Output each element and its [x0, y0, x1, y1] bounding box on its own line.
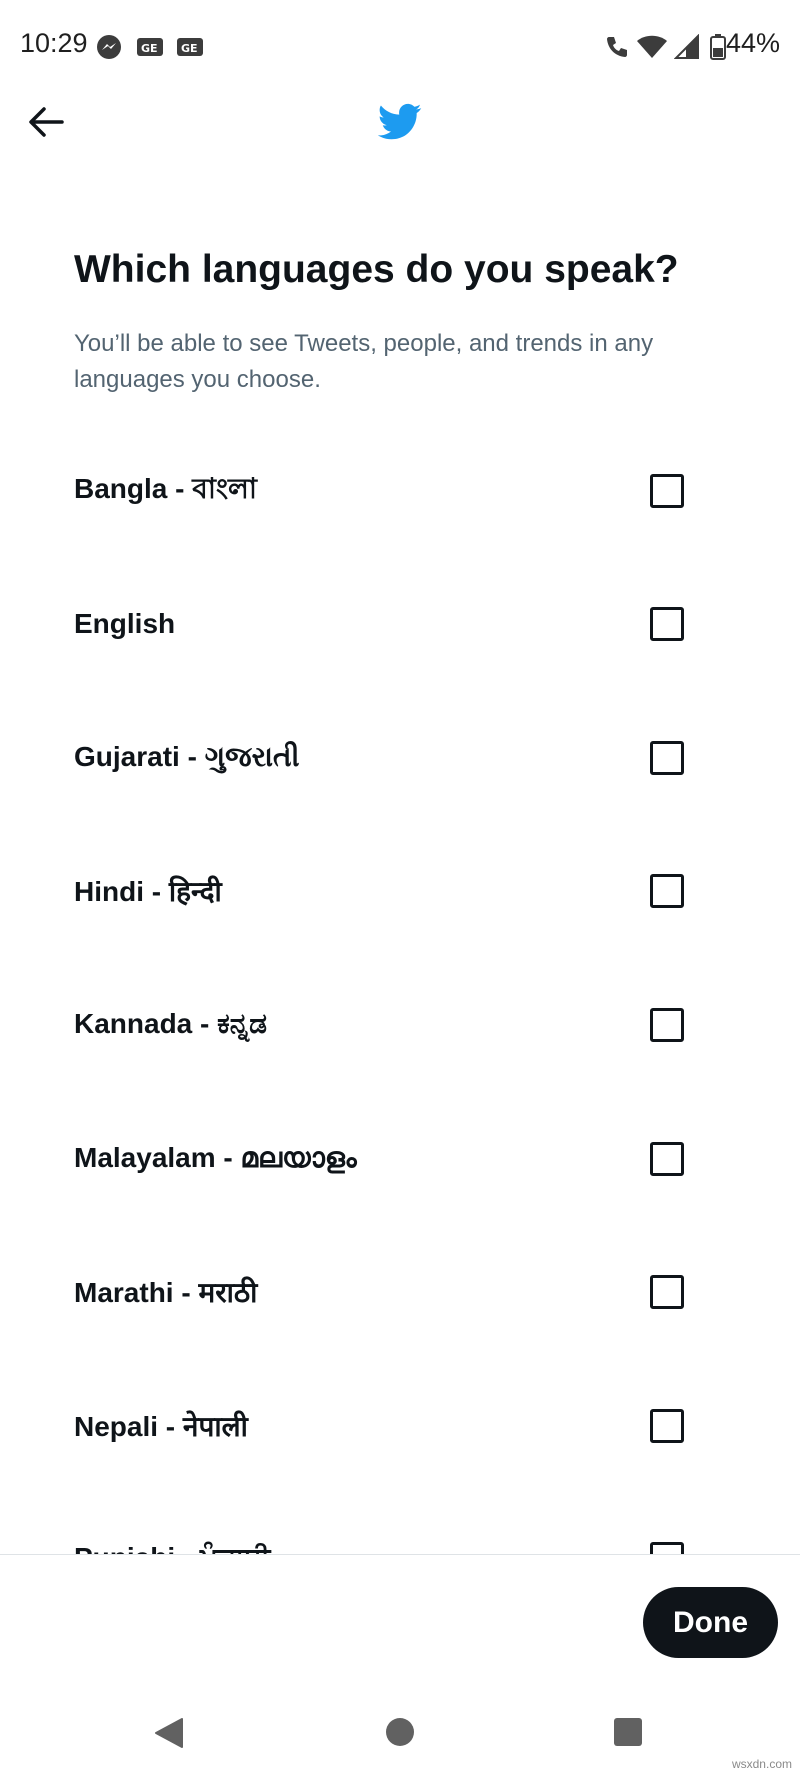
page-title: Which languages do you speak?: [74, 248, 679, 291]
status-bar: 10:29 GE GE 44%: [0, 0, 800, 94]
nav-recents-icon[interactable]: [614, 1718, 642, 1746]
language-checkbox[interactable]: [650, 740, 684, 775]
wifi-call-icon: [607, 37, 627, 57]
twitter-bird-icon: [378, 103, 422, 140]
language-checkbox[interactable]: [650, 1007, 684, 1042]
language-row-gujarati[interactable]: Gujarati - ગુજરાતી: [0, 691, 800, 824]
watermark: wsxdn.com: [731, 1757, 792, 1771]
language-checkbox[interactable]: [650, 606, 684, 641]
language-checkbox[interactable]: [650, 1541, 684, 1554]
language-label: Kannada - ಕನ್ನಡ: [74, 1008, 267, 1039]
language-label: English: [74, 607, 176, 639]
status-time: 10:29: [20, 28, 88, 58]
done-button[interactable]: Done: [643, 1587, 778, 1658]
ge-notification-icon: GE: [137, 38, 163, 56]
page-subtitle: You’ll be able to see Tweets, people, an…: [74, 330, 654, 393]
language-label: Gujarati - ગુજરાતી: [74, 741, 300, 772]
language-list[interactable]: Bangla - বাংলা English Gujarati - ગુજરાત…: [0, 424, 800, 1554]
language-checkbox[interactable]: [650, 1274, 684, 1309]
language-label: Nepali - नेपाली: [74, 1410, 248, 1442]
language-label: Hindi - हिन्दी: [74, 875, 222, 907]
language-label: Punjabi - ਪੰਜਾਬੀ: [74, 1542, 270, 1554]
battery-percentage: 44%: [725, 28, 780, 58]
svg-text:GE: GE: [181, 42, 198, 55]
language-checkbox[interactable]: [650, 1141, 684, 1176]
language-checkbox[interactable]: [650, 1408, 684, 1443]
language-label: Marathi - मराठी: [74, 1276, 258, 1308]
language-row-english[interactable]: English: [0, 557, 800, 690]
language-label: Malayalam - മലയാളം: [74, 1142, 357, 1173]
language-row-malayalam[interactable]: Malayalam - മലയാളം: [0, 1092, 800, 1225]
nav-home-icon[interactable]: [386, 1718, 414, 1746]
cell-signal-icon: [674, 34, 699, 59]
language-label: Bangla - বাংলা: [74, 473, 257, 504]
language-checkbox[interactable]: [650, 873, 684, 908]
language-checkbox[interactable]: [650, 473, 684, 508]
back-arrow-icon[interactable]: [24, 100, 68, 144]
language-row-nepali[interactable]: Nepali - नेपाली: [0, 1359, 800, 1492]
battery-icon: [710, 34, 726, 60]
language-row-kannada[interactable]: Kannada - ಕನ್ನಡ: [0, 958, 800, 1091]
language-row-hindi[interactable]: Hindi - हिन्दी: [0, 824, 800, 957]
nav-back-icon[interactable]: [152, 1716, 186, 1750]
svg-text:GE: GE: [141, 42, 158, 55]
language-row-marathi[interactable]: Marathi - मराठी: [0, 1225, 800, 1358]
language-row-punjabi[interactable]: Punjabi - ਪੰਜਾਬੀ: [0, 1492, 800, 1554]
ge-notification-icon: GE: [177, 38, 203, 56]
language-row-bangla[interactable]: Bangla - বাংলা: [0, 424, 800, 557]
messenger-icon: [97, 35, 121, 59]
wifi-icon: [637, 35, 667, 58]
